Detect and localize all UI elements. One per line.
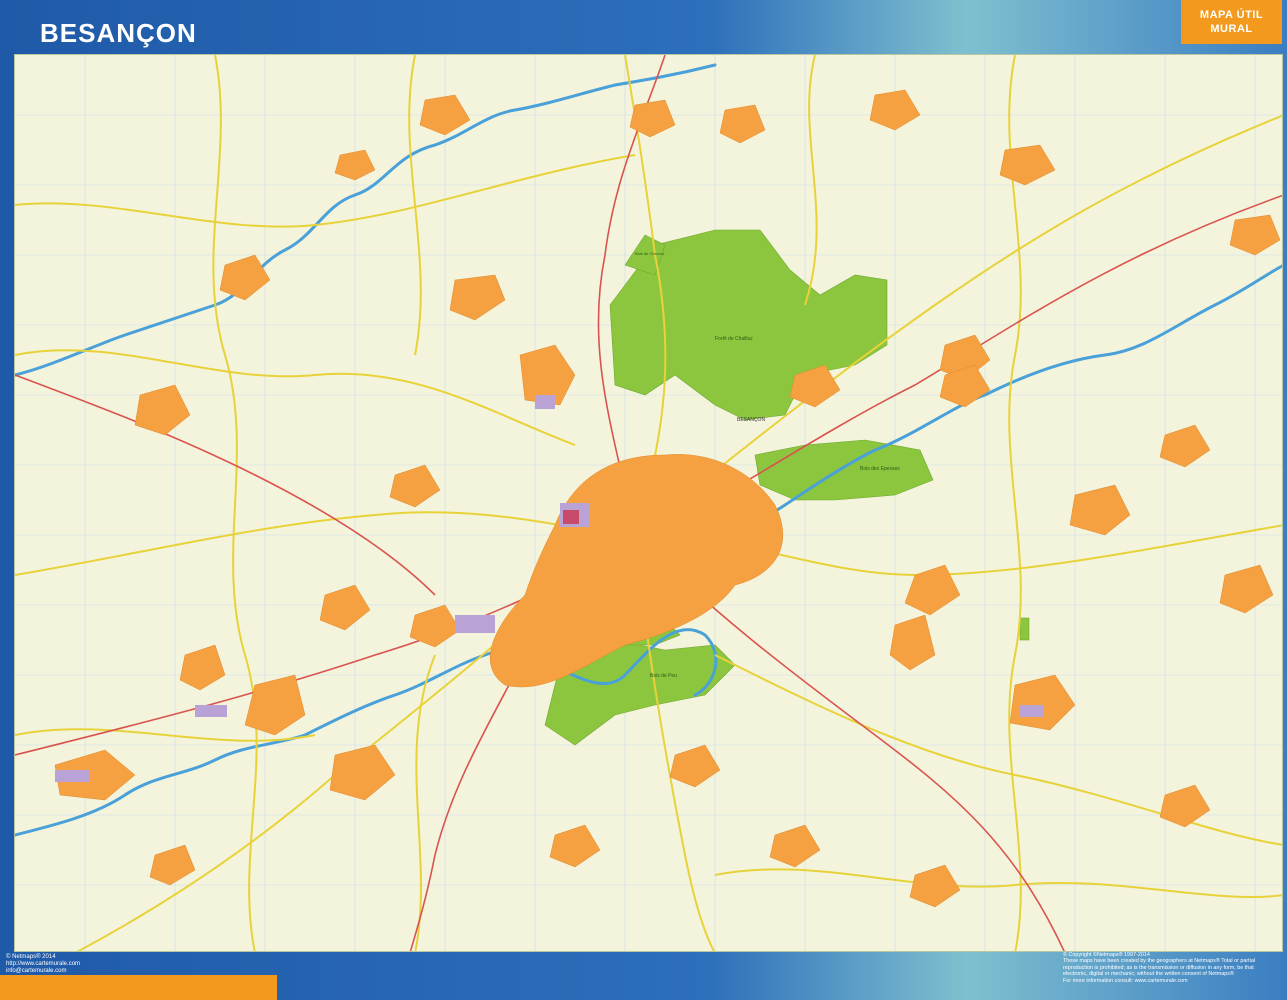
- badge-line-2: MURAL: [1210, 23, 1253, 35]
- badge-line-1: MAPA ÚTIL: [1199, 9, 1264, 21]
- label-forest-epesses: Bois des Epesses: [860, 466, 900, 472]
- label-forest-chevroz: Bois de Chevroz: [635, 251, 664, 256]
- river-ognon: [15, 63, 717, 377]
- label-city: BESANÇON: [737, 417, 765, 423]
- label-forest-chailluz: Forêt de Chailluz: [715, 336, 753, 342]
- road-n83: [15, 374, 436, 596]
- urban-areas: [54, 89, 1281, 908]
- map-canvas: Forêt de Chailluz Bois des Epesses Bois …: [15, 55, 1282, 951]
- label-forest-peu: Bois de Peu: [650, 673, 677, 679]
- map-poster: BESANÇON MAPA ÚTIL MURAL Forêt de Chaill…: [0, 0, 1287, 1000]
- rivers: [15, 63, 1282, 837]
- footer-website[interactable]: http://www.cartemurale.com: [6, 961, 80, 968]
- map-area[interactable]: Forêt de Chailluz Bois des Epesses Bois …: [14, 54, 1283, 952]
- footer-credits: © Netmaps® 2014 http://www.cartemurale.c…: [6, 954, 80, 975]
- hospital-zone: [563, 510, 579, 524]
- mapa-util-badge: MAPA ÚTIL MURAL: [1181, 0, 1282, 44]
- map-title: BESANÇON: [40, 18, 197, 48]
- legal-line-5: For more information consult: www.cartem…: [1063, 977, 1188, 984]
- legal-line-2: These maps have been created by the geog…: [1063, 958, 1256, 965]
- footer-email[interactable]: info@cartemurale.com: [6, 968, 80, 975]
- forest-epesses: [754, 439, 934, 501]
- footer-copyright: © Netmaps® 2014: [6, 954, 56, 960]
- footer-orange-bar: [0, 975, 277, 1000]
- footer-legal: © Copyright ©Netmaps® 1997-2014 These ma…: [1063, 952, 1281, 984]
- forest-east-small: [1019, 617, 1030, 641]
